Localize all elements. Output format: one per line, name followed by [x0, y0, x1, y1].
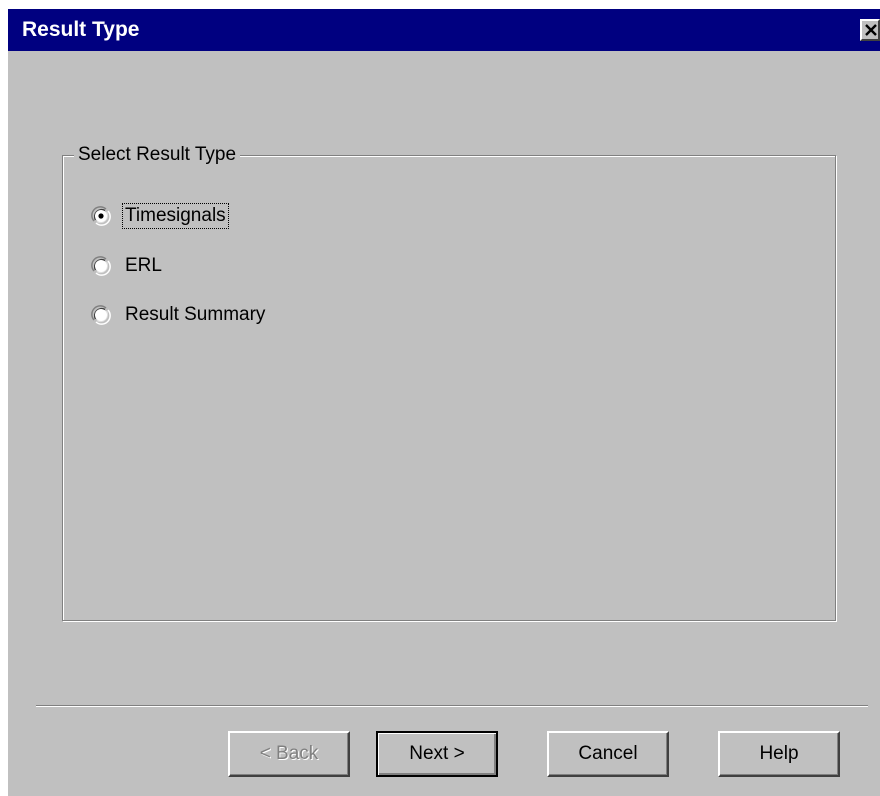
radio-label-erl[interactable]: ERL	[123, 254, 164, 278]
dialog-window: Result Type Select Result Type Timesigna…	[0, 0, 880, 796]
screen-background-top	[0, 0, 880, 9]
radio-unselected-icon[interactable]	[91, 256, 111, 276]
radio-selected-icon[interactable]	[91, 206, 111, 226]
radio-unselected-icon[interactable]	[91, 305, 111, 325]
button-separator	[36, 705, 868, 707]
radio-label-result-summary[interactable]: Result Summary	[123, 303, 267, 327]
next-button-label: Next >	[409, 743, 465, 764]
back-button-label: < Back	[259, 743, 319, 764]
help-button-label: Help	[759, 743, 799, 764]
radio-option-timesignals[interactable]: Timesignals	[91, 203, 229, 229]
cancel-button-label: Cancel	[578, 743, 638, 764]
cancel-button[interactable]: Cancel	[547, 731, 669, 777]
back-button[interactable]: < Back	[228, 731, 350, 777]
title-bar[interactable]: Result Type	[8, 9, 880, 51]
screen-background-left	[0, 0, 8, 796]
radio-option-result-summary[interactable]: Result Summary	[91, 302, 267, 328]
close-button[interactable]	[860, 19, 880, 41]
window-title: Result Type	[22, 18, 140, 41]
radio-option-erl[interactable]: ERL	[91, 253, 164, 279]
groupbox-label: Select Result Type	[74, 144, 241, 166]
radio-label-timesignals[interactable]: Timesignals	[122, 203, 229, 229]
next-button[interactable]: Next >	[376, 731, 498, 777]
help-button[interactable]: Help	[718, 731, 840, 777]
